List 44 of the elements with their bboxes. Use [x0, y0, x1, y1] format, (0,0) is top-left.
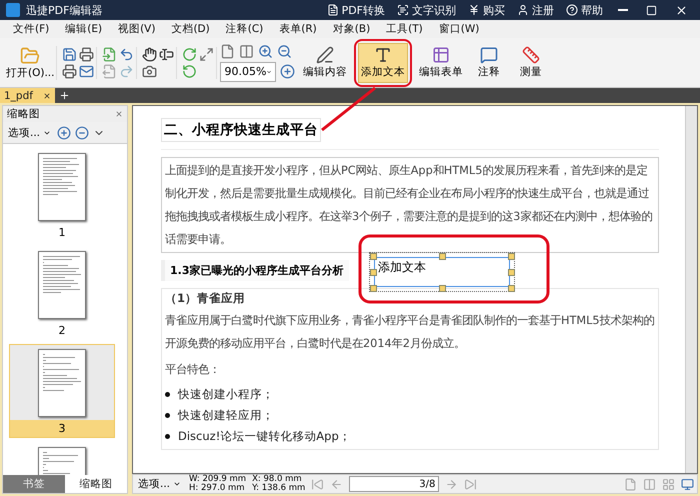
bullet-item: 快速创建轻应用；	[178, 408, 274, 423]
menu-item[interactable]: 文件(F)	[6, 22, 56, 36]
section-title: （1）青雀应用	[165, 291, 246, 306]
title-action-button[interactable]: PDF转换	[324, 2, 388, 18]
options-dropdown[interactable]: 选项...	[136, 477, 184, 491]
paragraph: 平台特色：	[165, 362, 221, 378]
zoom-field[interactable]: 90.05%	[220, 62, 276, 82]
title-action-button[interactable]: 购买	[465, 2, 508, 18]
width-readout: W: 209.9 mm	[189, 475, 246, 484]
page-thumbnail[interactable]: 3	[9, 344, 115, 438]
paragraph: 上面提到的是直接开发小程序，但从PC网站、原生App和HTML5的发展历程来看，首先到来的是定制化开发，然后是需要批量生成规模化。目前已经有企业在布局小程序的快速生成平台，也就是通过拖拖拽拽或者模板生成小程序。在这举3个例子，需要注意的是提到的这3家都还在内测中，想体验的话需要申请。	[165, 163, 654, 248]
paragraph: 青雀应用属于白鹭时代旗下应用业务，青雀小程序平台是青雀团队制作的一套基于HTML5技术架构的开源免费的移动应用平台，白鹭时代是在2014年2月份成立。	[165, 313, 655, 352]
menu-item[interactable]: 窗口(W)	[432, 22, 486, 36]
menu-item[interactable]: 工具(T)	[379, 22, 430, 36]
open-button[interactable]: 打开(O)...	[4, 46, 58, 80]
menu-item[interactable]: 编辑(E)	[58, 22, 110, 36]
menu-item[interactable]: 文档(D)	[164, 22, 217, 36]
bullet-item: 快速创建小程序；	[178, 387, 274, 402]
x-readout: X: 98.0 mm	[252, 475, 303, 484]
menu-item[interactable]: 注释(C)	[218, 22, 270, 36]
tool-button[interactable]: 编辑表单	[416, 42, 466, 82]
tool-button[interactable]: 添加文本	[358, 42, 408, 82]
y-readout: Y: 138.6 mm	[252, 484, 306, 493]
menu-item[interactable]: 表单(R)	[272, 22, 324, 36]
menu-item[interactable]: 对象(B)	[326, 22, 378, 36]
page-thumbnail[interactable]: 2	[9, 246, 115, 340]
page-thumbnail[interactable]: 1	[9, 148, 115, 242]
title-action-button[interactable]: 注册	[514, 2, 557, 18]
window-title: 迅捷PDF编辑器	[26, 2, 104, 18]
panel-title: 缩略图	[7, 107, 40, 121]
tool-button[interactable]: 注释	[470, 42, 508, 82]
page-number-field[interactable]: 3/8	[349, 476, 440, 492]
panel-tab[interactable]: 书签	[3, 475, 65, 493]
tool-button[interactable]: 测量	[512, 42, 550, 82]
document-tab[interactable]: 1_pdf	[0, 88, 55, 103]
menu-item[interactable]: 视图(V)	[111, 22, 162, 36]
title-action-button[interactable]: 文字识别	[394, 2, 459, 18]
title-action-button[interactable]: 帮助	[563, 2, 606, 18]
bullet-item: Discuz!论坛一键转化移动App；	[178, 429, 351, 444]
tool-button[interactable]: 编辑内容	[300, 42, 350, 82]
section-heading: 二、小程序快速生成平台	[161, 118, 321, 142]
panel-tab[interactable]: 缩略图	[65, 475, 127, 493]
height-readout: H: 297.0 mm	[189, 484, 246, 493]
subheading: 1.3家已曝光的小程序生成平台分析	[161, 260, 348, 281]
